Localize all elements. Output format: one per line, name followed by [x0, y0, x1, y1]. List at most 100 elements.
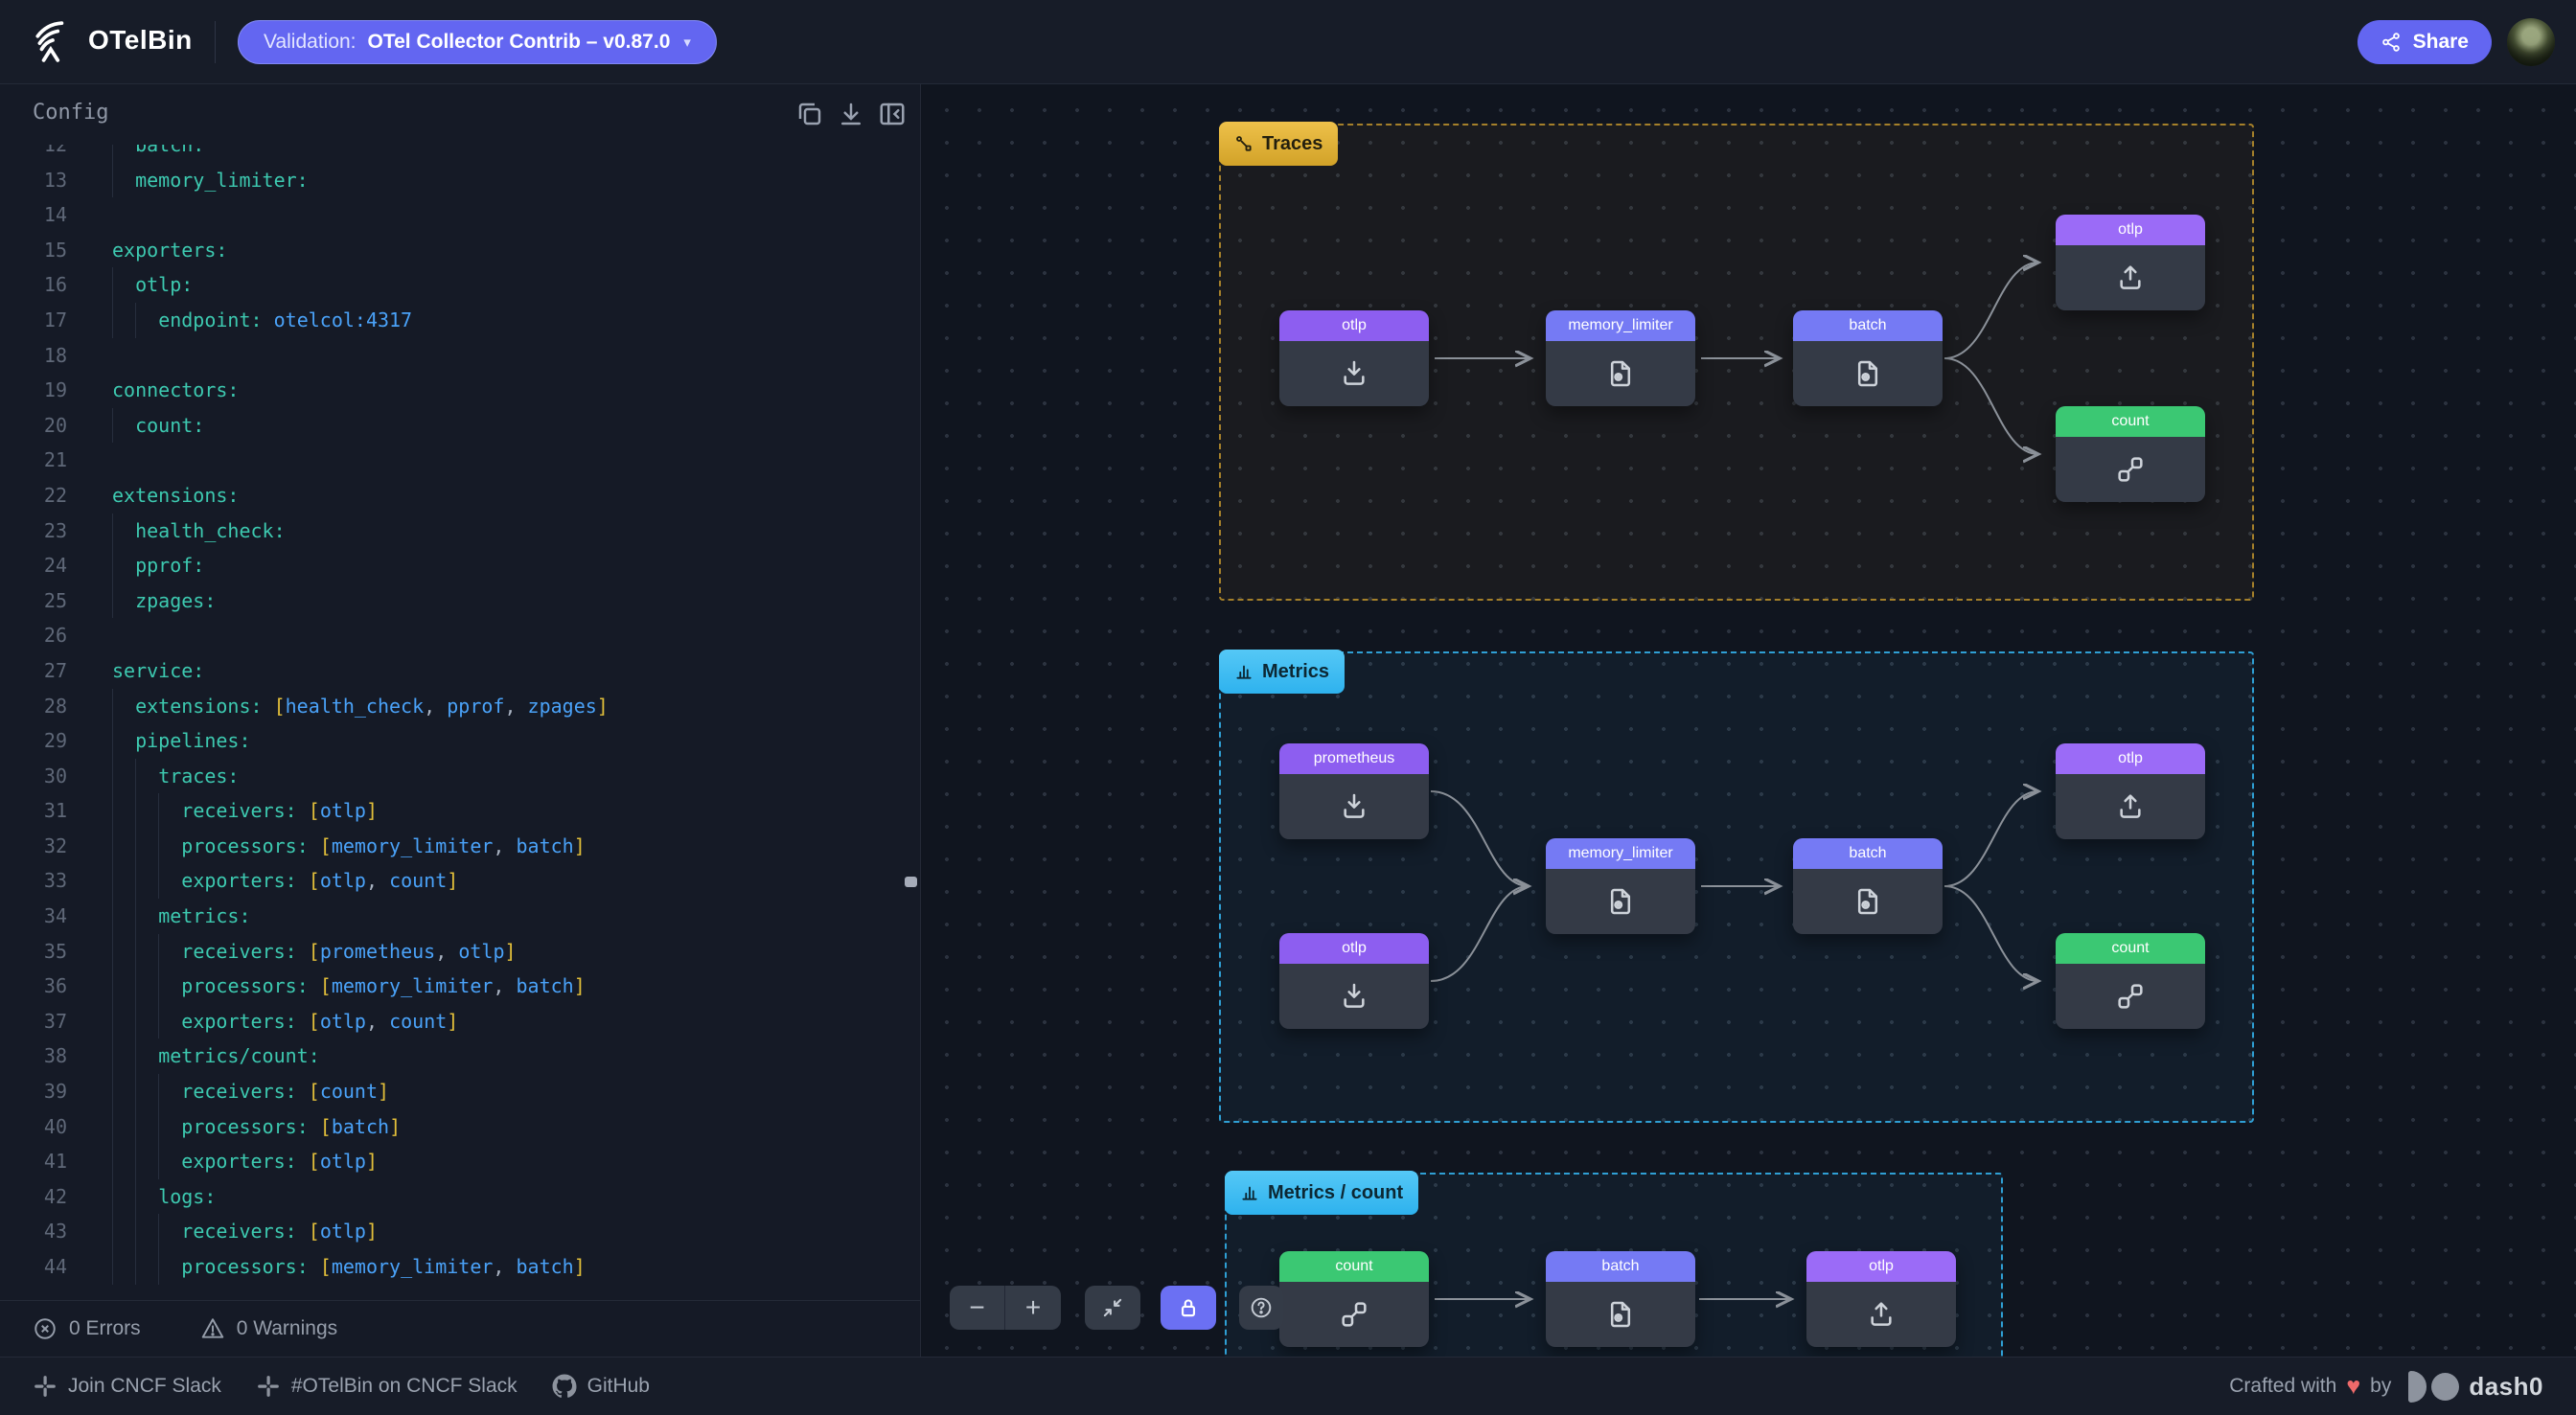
code-line[interactable]: 40processors: [batch] — [0, 1109, 920, 1145]
code-line[interactable]: 35receivers: [prometheus, otlp] — [0, 934, 920, 970]
code-line[interactable]: 36processors: [memory_limiter, batch] — [0, 969, 920, 1004]
otelbin-slack-link[interactable]: #OTelBin on CNCF Slack — [256, 1374, 518, 1399]
node-metrics-batch[interactable]: batch — [1793, 838, 1943, 934]
code-text: exporters: [otlp, count] — [112, 863, 458, 899]
code-line[interactable]: 12batch: — [0, 145, 920, 163]
code-editor[interactable]: 12batch:13memory_limiter:1415exporters:1… — [0, 145, 920, 1381]
node-traces-memory-limiter[interactable]: memory_limiter — [1546, 310, 1695, 406]
help-button[interactable] — [1239, 1286, 1283, 1330]
line-number: 12 — [0, 145, 67, 163]
file-cog-icon — [1605, 886, 1636, 917]
code-line[interactable]: 29pipelines: — [0, 723, 920, 759]
download-tray-icon — [1339, 791, 1369, 822]
code-line[interactable]: 30traces: — [0, 759, 920, 794]
fit-view-button[interactable] — [1085, 1286, 1140, 1330]
line-number: 19 — [0, 373, 67, 408]
code-line[interactable]: 41exporters: [otlp] — [0, 1144, 920, 1179]
share-button[interactable]: Share — [2358, 20, 2492, 64]
node-traces-otlp-receiver[interactable]: otlp — [1279, 310, 1429, 406]
share-label: Share — [2413, 31, 2469, 54]
code-line[interactable]: 44processors: [memory_limiter, batch] — [0, 1249, 920, 1285]
node-metricscount-batch[interactable]: batch — [1546, 1251, 1695, 1347]
file-cog-icon — [1852, 886, 1883, 917]
code-line[interactable]: 13memory_limiter: — [0, 163, 920, 198]
zoom-in-button[interactable]: + — [1005, 1286, 1061, 1330]
code-line[interactable]: 20count: — [0, 408, 920, 444]
code-line[interactable]: 39receivers: [count] — [0, 1074, 920, 1109]
code-line[interactable]: 22extensions: — [0, 478, 920, 514]
code-line[interactable]: 28extensions: [health_check, pprof, zpag… — [0, 689, 920, 724]
code-line[interactable]: 27service: — [0, 653, 920, 689]
fit-view-icon — [1100, 1295, 1125, 1320]
github-link[interactable]: GitHub — [552, 1374, 650, 1399]
file-cog-icon — [1605, 1299, 1636, 1330]
diagram-toolbar: − + — [950, 1286, 1283, 1330]
code-lines[interactable]: 12batch:13memory_limiter:1415exporters:1… — [0, 145, 920, 1285]
code-line[interactable]: 37exporters: [otlp, count] — [0, 1004, 920, 1039]
upload-tray-icon — [1866, 1299, 1897, 1330]
code-line[interactable]: 42logs: — [0, 1179, 920, 1215]
code-text: receivers: [count] — [112, 1074, 389, 1109]
node-metricscount-otlp-exporter[interactable]: otlp — [1806, 1251, 1956, 1347]
warning-triangle-icon — [200, 1316, 225, 1341]
node-metrics-count-connector[interactable]: count — [2056, 933, 2205, 1029]
code-text: endpoint: otelcol:4317 — [112, 303, 412, 338]
code-line[interactable]: 17endpoint: otelcol:4317 — [0, 303, 920, 338]
vertical-scrollbar[interactable] — [905, 877, 917, 887]
node-metrics-prometheus-receiver[interactable]: prometheus — [1279, 743, 1429, 839]
code-line[interactable]: 16otlp: — [0, 267, 920, 303]
line-number: 14 — [0, 197, 67, 233]
collapse-panel-icon[interactable] — [878, 100, 907, 128]
node-metrics-otlp-exporter[interactable]: otlp — [2056, 743, 2205, 839]
node-traces-batch[interactable]: batch — [1793, 310, 1943, 406]
node-metrics-otlp-receiver[interactable]: otlp — [1279, 933, 1429, 1029]
code-line[interactable]: 23health_check: — [0, 514, 920, 549]
metrics-count-group-badge: Metrics / count — [1225, 1171, 1418, 1215]
code-line[interactable]: 43receivers: [otlp] — [0, 1214, 920, 1249]
code-line[interactable]: 14 — [0, 197, 920, 233]
code-text: traces: — [112, 759, 239, 794]
copy-icon[interactable] — [795, 100, 824, 128]
node-header: otlp — [1279, 933, 1429, 964]
lock-button[interactable] — [1161, 1286, 1216, 1330]
code-line[interactable]: 18 — [0, 338, 920, 374]
line-number: 41 — [0, 1144, 67, 1179]
code-line[interactable]: 26 — [0, 618, 920, 653]
otelbin-logo-icon[interactable] — [31, 19, 75, 63]
node-header: batch — [1793, 838, 1943, 869]
code-line[interactable]: 32processors: [memory_limiter, batch] — [0, 829, 920, 864]
bar-chart-icon — [1240, 1183, 1259, 1202]
code-line[interactable]: 24pprof: — [0, 548, 920, 583]
line-number: 40 — [0, 1109, 67, 1145]
pipeline-diagram[interactable]: Traces Metrics Metrics / count — [920, 84, 2576, 1357]
line-number: 36 — [0, 969, 67, 1004]
code-line[interactable]: 19 connectors: — [0, 373, 920, 408]
node-header: otlp — [2056, 215, 2205, 245]
join-cncf-slack-link[interactable]: Join CNCF Slack — [33, 1374, 221, 1399]
node-traces-otlp-exporter[interactable]: otlp — [2056, 215, 2205, 310]
node-traces-count-connector[interactable]: count — [2056, 406, 2205, 502]
validation-dropdown[interactable]: Validation: OTel Collector Contrib – v0.… — [238, 20, 717, 64]
code-line[interactable]: 25zpages: — [0, 583, 920, 619]
validation-value: OTel Collector Contrib – v0.87.0 — [368, 31, 671, 54]
user-avatar[interactable] — [2507, 18, 2555, 66]
zoom-out-button[interactable]: − — [950, 1286, 1005, 1330]
code-line[interactable]: 38metrics/count: — [0, 1038, 920, 1074]
code-text: connectors: — [112, 373, 239, 408]
line-number: 15 — [0, 233, 67, 268]
zoom-out-icon: − — [969, 1292, 984, 1323]
node-metricscount-count-connector[interactable]: count — [1279, 1251, 1429, 1347]
upload-tray-icon — [2115, 262, 2146, 293]
code-line[interactable]: 34metrics: — [0, 899, 920, 934]
code-text: logs: — [112, 1179, 216, 1215]
line-number: 27 — [0, 653, 67, 689]
line-number: 34 — [0, 899, 67, 934]
code-line[interactable]: 31receivers: [otlp] — [0, 793, 920, 829]
code-line[interactable]: 33exporters: [otlp, count] — [0, 863, 920, 899]
node-metrics-memory-limiter[interactable]: memory_limiter — [1546, 838, 1695, 934]
code-line[interactable]: 21 — [0, 443, 920, 478]
code-line[interactable]: 15exporters: — [0, 233, 920, 268]
topbar-divider — [215, 21, 216, 63]
download-icon[interactable] — [837, 100, 865, 128]
metrics-group-badge: Metrics — [1219, 650, 1345, 694]
